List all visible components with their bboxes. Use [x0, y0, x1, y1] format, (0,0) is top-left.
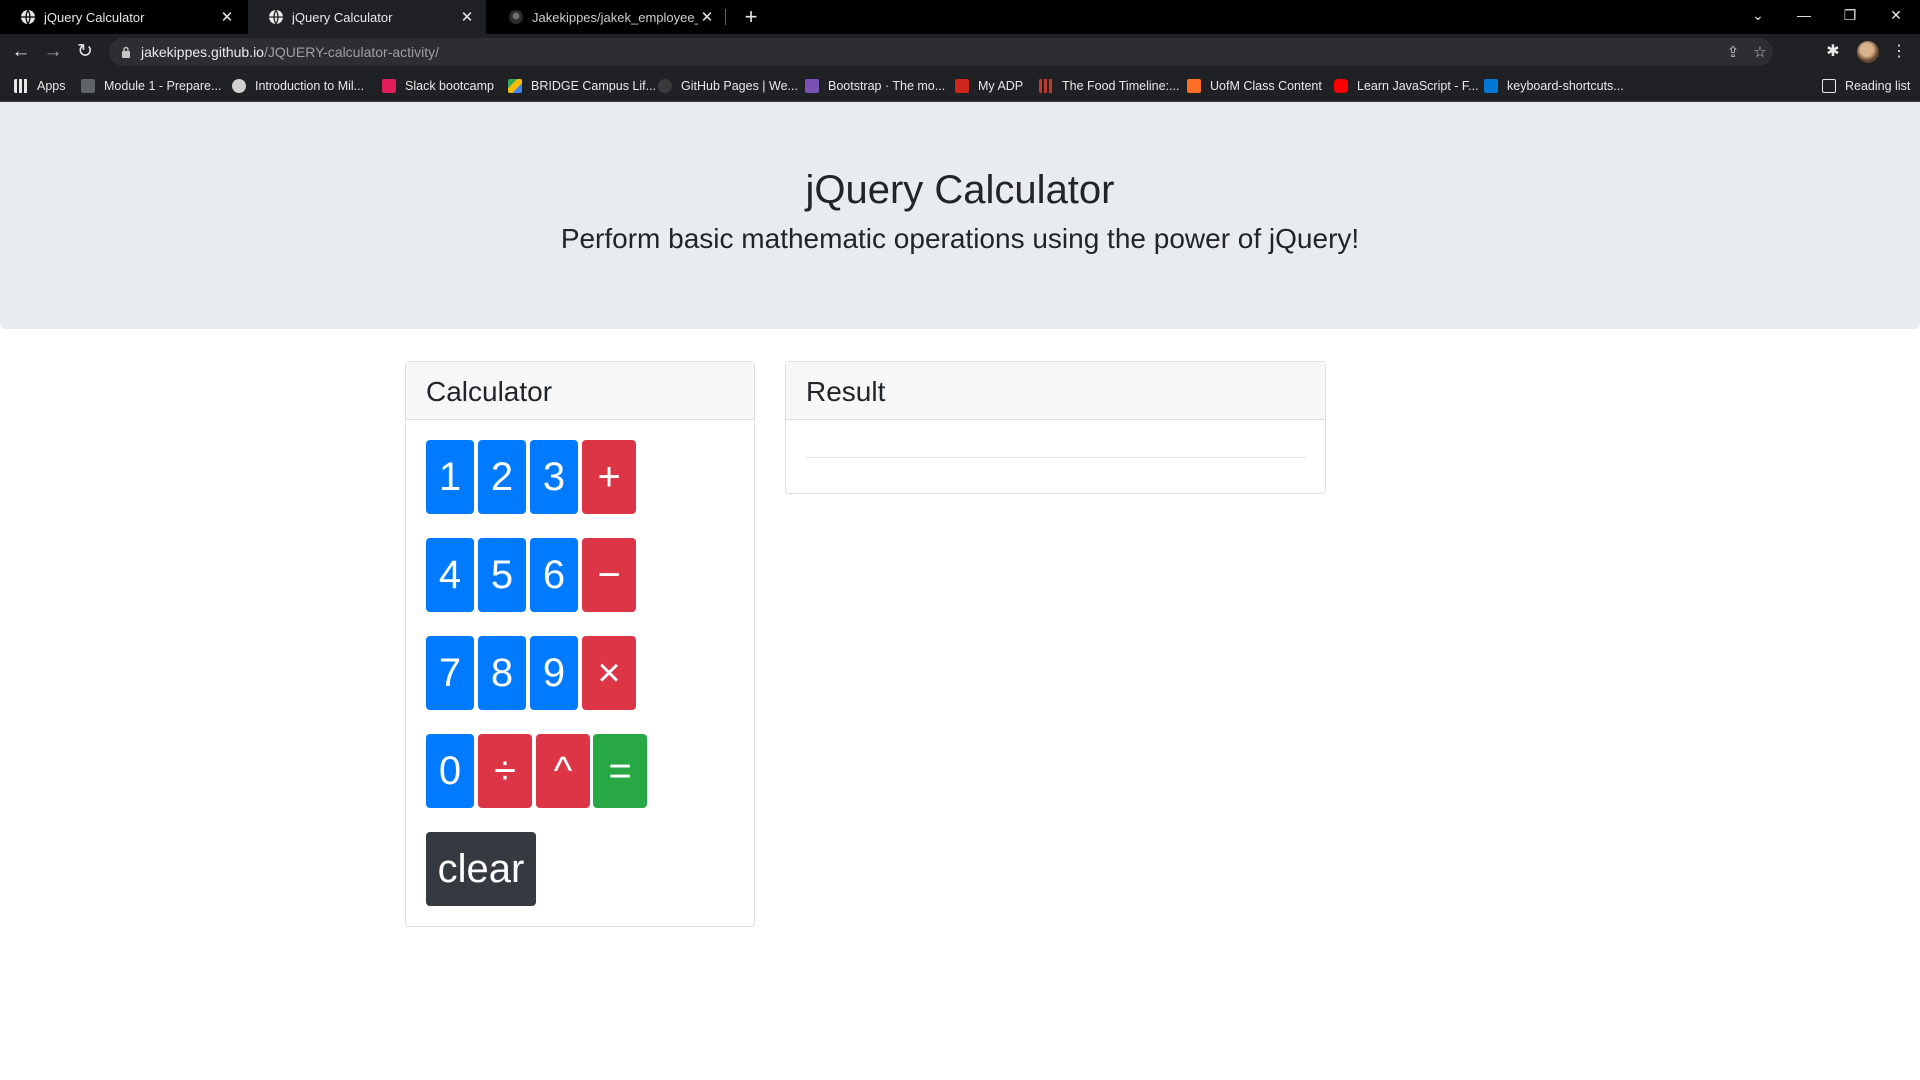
bookmark-label: Introduction to Mil...: [255, 79, 365, 93]
bookmark-learn-javascript[interactable]: Learn JavaScript - F...: [1334, 70, 1479, 102]
food-timeline-icon: [1039, 79, 1053, 93]
bookmarks-bar: Apps Module 1 - Prepare... Introduction …: [0, 70, 1920, 102]
button-5[interactable]: 5: [478, 538, 526, 612]
button-7[interactable]: 7: [426, 636, 474, 710]
vscode-icon: [1484, 79, 1498, 93]
lock-icon: [122, 46, 130, 58]
extensions-icon[interactable]: ✱: [1823, 42, 1843, 62]
result-card: Result: [785, 361, 1326, 494]
button-4[interactable]: 4: [426, 538, 474, 612]
result-card-title: Result: [786, 362, 1325, 420]
bookmark-label: Learn JavaScript - F...: [1357, 79, 1479, 93]
minus-button[interactable]: −: [582, 538, 636, 612]
bookmark-keyboard-shortcuts[interactable]: keyboard-shortcuts...: [1484, 70, 1624, 102]
tab-search-icon[interactable]: ⌄: [1735, 0, 1781, 34]
share-icon[interactable]: ⇪: [1724, 44, 1742, 62]
tab-title: jQuery Calculator: [292, 9, 393, 25]
bookmark-label: Slack bootcamp: [405, 79, 494, 93]
github-icon: [658, 79, 672, 93]
menu-icon[interactable]: ⋮: [1889, 42, 1909, 62]
button-3[interactable]: 3: [530, 440, 578, 514]
bookmark-label: Apps: [37, 79, 66, 93]
forward-icon[interactable]: →: [40, 39, 66, 65]
calculator-card: Calculator 1 2 3 + 4 5 6 − 7 8 9 × 0 ÷ ^…: [405, 361, 755, 927]
gitlab-icon: [1187, 79, 1201, 93]
bookmark-my-adp[interactable]: My ADP: [955, 70, 1023, 102]
bookmark-label: Bootstrap · The mo...: [828, 79, 946, 93]
close-tab-icon[interactable]: ✕: [698, 8, 716, 26]
bookmark-introduction[interactable]: Introduction to Mil...: [232, 70, 364, 102]
bookmark-star-icon[interactable]: ☆: [1751, 44, 1769, 62]
restore-icon[interactable]: ❐: [1827, 0, 1873, 34]
bookmark-bridge[interactable]: BRIDGE Campus Lif...: [508, 70, 656, 102]
tab-separator: [725, 9, 726, 25]
bookmark-label: My ADP: [978, 79, 1024, 93]
url-text: jakekippes.github.io/JQUERY-calculator-a…: [141, 38, 439, 66]
bootstrap-icon: [805, 79, 819, 93]
power-button[interactable]: ^: [536, 734, 590, 808]
button-1[interactable]: 1: [426, 440, 474, 514]
page-content: jQuery Calculator Perform basic mathemat…: [0, 102, 1920, 1080]
drive-icon: [508, 79, 522, 93]
bookmark-label: GitHub Pages | We...: [681, 79, 798, 93]
close-tab-icon[interactable]: ✕: [218, 8, 236, 26]
reading-list[interactable]: Reading list: [1822, 70, 1910, 102]
button-8[interactable]: 8: [478, 636, 526, 710]
result-divider: [806, 457, 1306, 458]
url-path: /JQUERY-calculator-activity/: [263, 44, 440, 60]
bookmark-label: BRIDGE Campus Lif...: [531, 79, 657, 93]
bookmark-bootstrap[interactable]: Bootstrap · The mo...: [805, 70, 945, 102]
multiply-button[interactable]: ×: [582, 636, 636, 710]
page-subtitle: Perform basic mathematic operations usin…: [560, 223, 1360, 254]
bookmark-label: Module 1 - Prepare...: [104, 79, 222, 93]
button-9[interactable]: 9: [530, 636, 578, 710]
close-window-icon[interactable]: ✕: [1873, 0, 1919, 34]
divide-button[interactable]: ÷: [478, 734, 532, 808]
globe-icon: [21, 9, 35, 25]
bookmark-label: keyboard-shortcuts...: [1507, 79, 1624, 93]
adp-icon: [955, 79, 969, 93]
address-bar[interactable]: jakekippes.github.io/JQUERY-calculator-a…: [109, 38, 1773, 66]
reload-icon[interactable]: ↻: [72, 39, 98, 65]
page-title: jQuery Calculator: [805, 168, 1115, 212]
bookmark-slack[interactable]: Slack bootcamp: [382, 70, 494, 102]
tab-2[interactable]: jQuery Calculator ✕: [248, 0, 486, 34]
tab-1[interactable]: jQuery Calculator ✕: [0, 0, 246, 34]
minimize-icon[interactable]: —: [1781, 0, 1827, 34]
github-icon: [509, 10, 523, 24]
button-6[interactable]: 6: [530, 538, 578, 612]
button-0[interactable]: 0: [426, 734, 474, 808]
bookmark-module-1[interactable]: Module 1 - Prepare...: [81, 70, 221, 102]
book-icon: [81, 79, 95, 93]
tab-title: Jakekippes/jakek_employee_dire: [532, 9, 698, 25]
new-tab-icon[interactable]: +: [737, 3, 765, 31]
close-tab-icon[interactable]: ✕: [458, 8, 476, 26]
slack-icon: [382, 79, 396, 93]
browser-toolbar: ← → ↻ jakekippes.github.io/JQUERY-calcul…: [0, 34, 1920, 70]
jumbotron: jQuery Calculator Perform basic mathemat…: [0, 102, 1920, 329]
equals-button[interactable]: =: [593, 734, 647, 808]
profile-avatar[interactable]: [1857, 41, 1879, 63]
url-host: jakekippes.github.io: [141, 44, 264, 60]
calculator-card-title: Calculator: [406, 362, 754, 420]
circle-logo-icon: [232, 79, 246, 93]
bookmark-food-timeline[interactable]: The Food Timeline:...: [1039, 70, 1179, 102]
tab-3[interactable]: Jakekippes/jakek_employee_dire ✕: [488, 0, 726, 34]
bookmark-apps[interactable]: Apps: [14, 70, 66, 102]
globe-icon: [269, 9, 283, 25]
apps-grid-icon: [14, 79, 28, 93]
clear-button[interactable]: clear: [426, 832, 536, 906]
back-icon[interactable]: ←: [8, 39, 34, 65]
bookmark-github-pages[interactable]: GitHub Pages | We...: [658, 70, 798, 102]
bookmark-label: The Food Timeline:...: [1062, 79, 1180, 93]
youtube-icon: [1334, 79, 1348, 93]
plus-button[interactable]: +: [582, 440, 636, 514]
reading-list-label: Reading list: [1845, 79, 1911, 93]
tab-strip: jQuery Calculator ✕ jQuery Calculator ✕ …: [0, 0, 1920, 34]
tab-title: jQuery Calculator: [44, 9, 145, 25]
bookmark-label: UofM Class Content: [1210, 79, 1322, 93]
reading-list-icon: [1822, 79, 1836, 93]
button-2[interactable]: 2: [478, 440, 526, 514]
bookmark-uofm[interactable]: UofM Class Content: [1187, 70, 1322, 102]
